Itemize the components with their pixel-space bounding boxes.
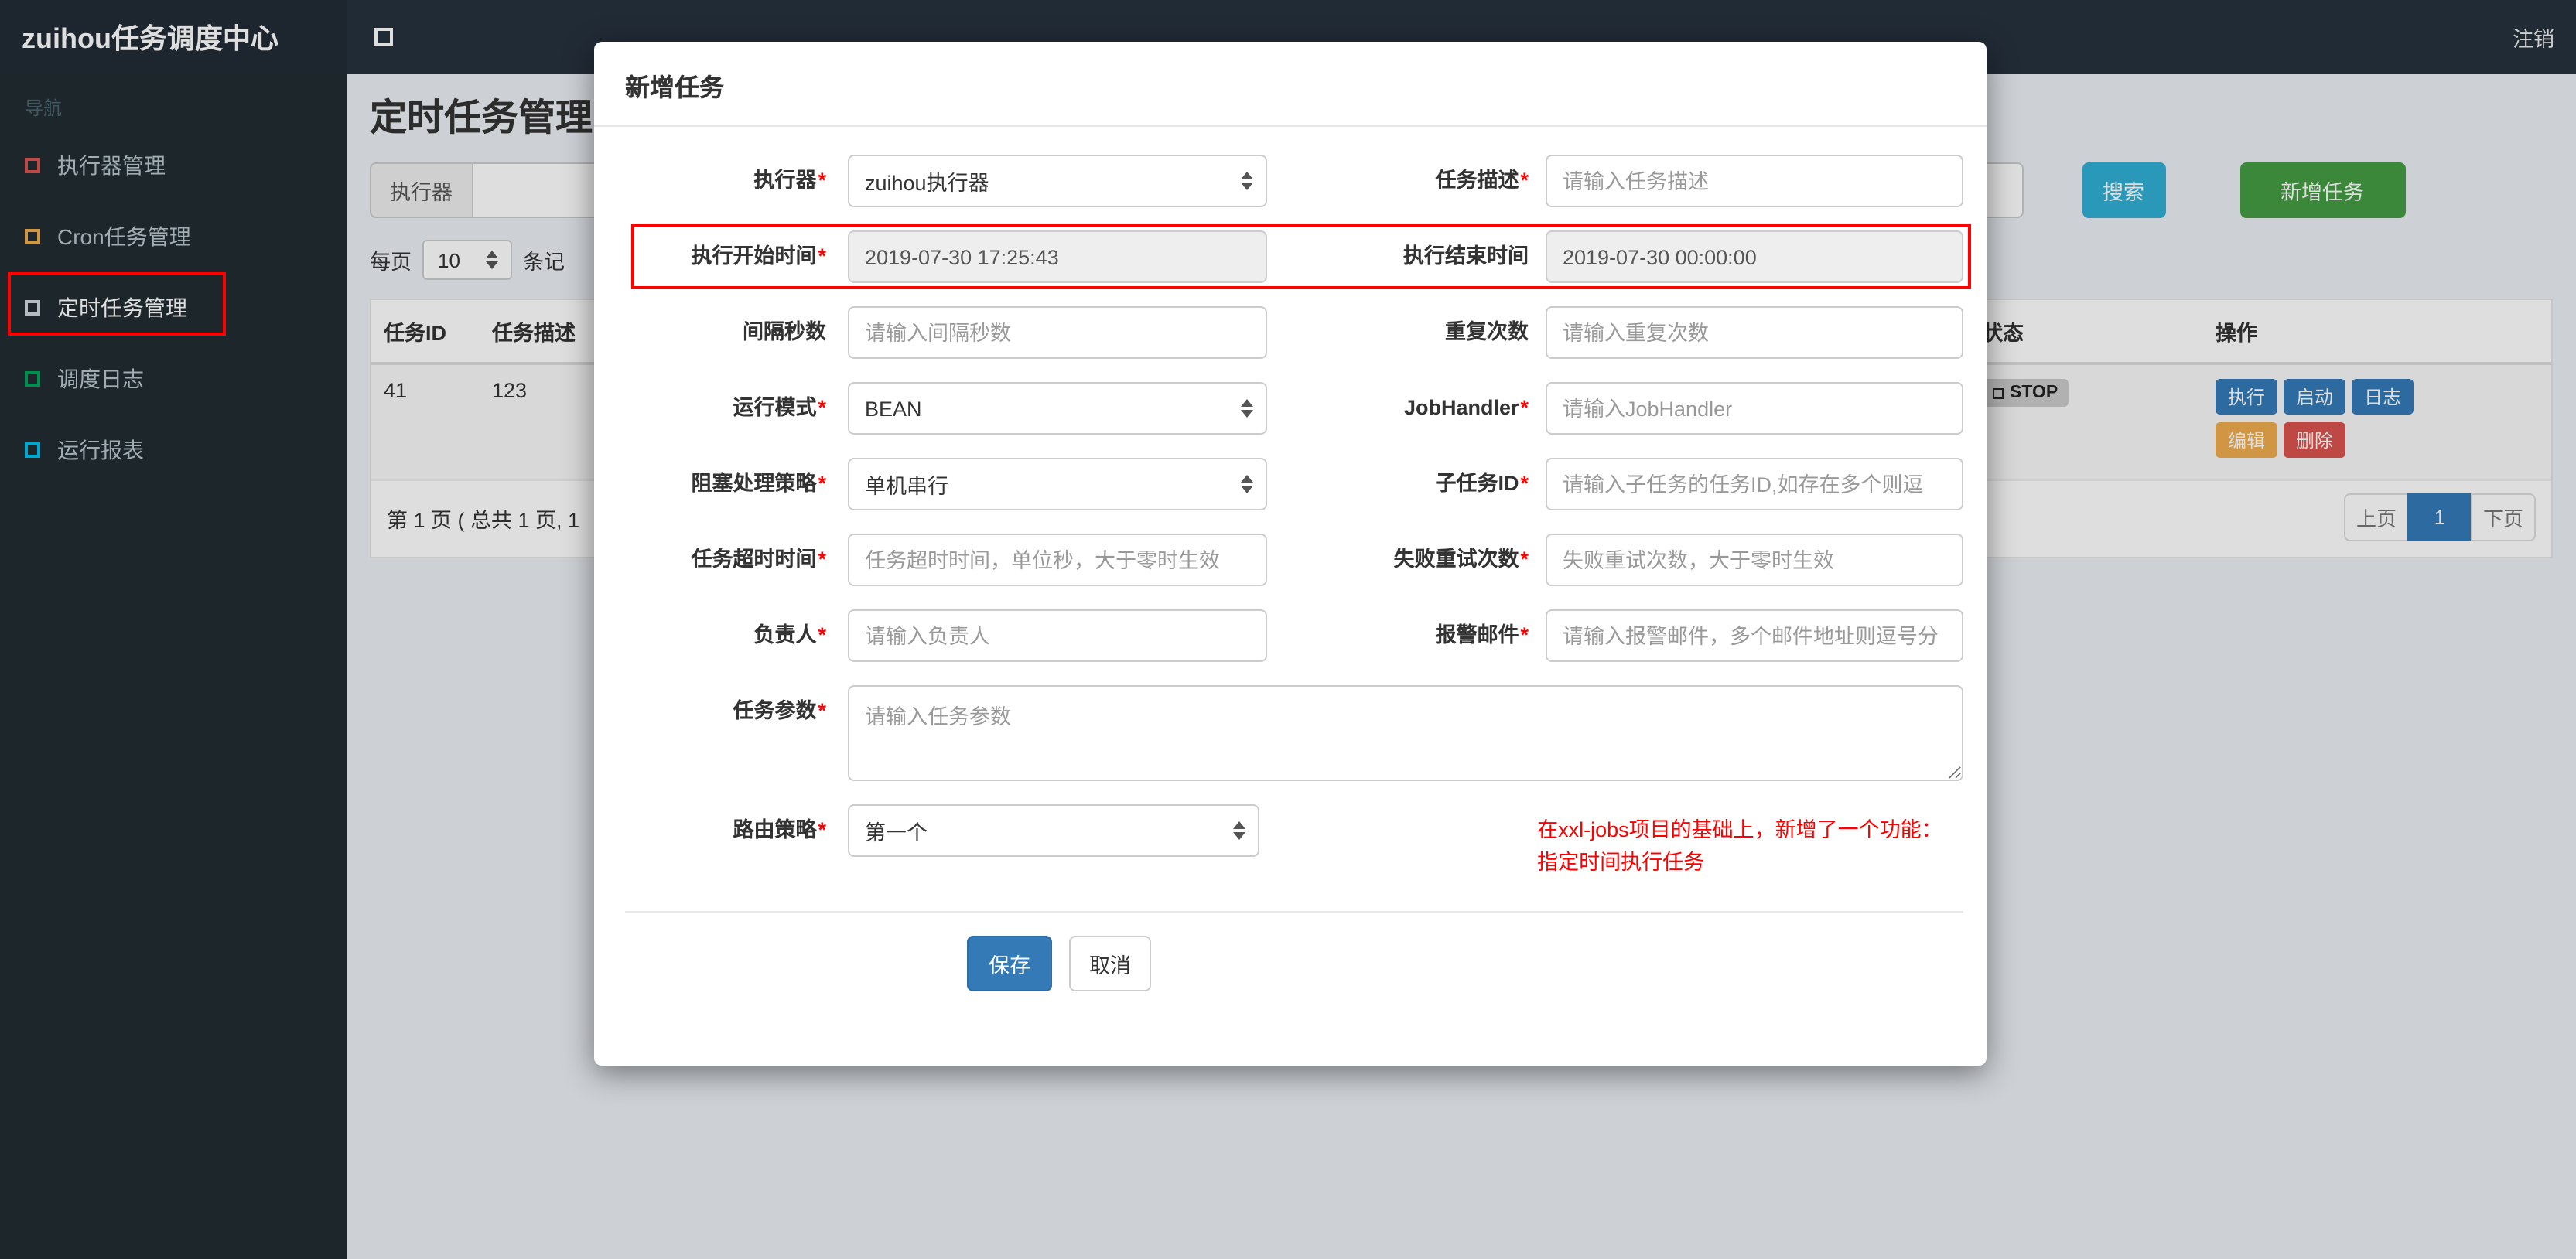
task-desc-input[interactable] — [1546, 155, 1963, 207]
add-task-modal: 新增任务 执行器* zuihou执行器 任务描述* 执行开始时间* 执行结束时间 — [594, 42, 1987, 1066]
select-arrows-icon — [1241, 399, 1253, 418]
task-desc-label: 任务描述 * — [1435, 169, 1529, 192]
form-divider — [625, 910, 1963, 913]
run-mode-select-value: BEAN — [865, 397, 922, 420]
end-time-label: 执行结束时间 — [1403, 244, 1529, 268]
retry-count-input[interactable] — [1546, 534, 1963, 586]
executor-select-value: zuihou执行器 — [865, 172, 989, 195]
form-row: 任务超时时间* 失败重试次数* — [625, 534, 1963, 586]
alarm-email-input[interactable] — [1546, 609, 1963, 662]
save-button[interactable]: 保存 — [967, 935, 1052, 991]
timeout-label: 任务超时时间 * — [691, 548, 826, 571]
retry-count-label: 失败重试次数 * — [1393, 548, 1529, 571]
select-arrows-icon — [1241, 475, 1253, 493]
start-time-label: 执行开始时间 * — [691, 244, 826, 268]
owner-label: 负责人 * — [753, 623, 826, 647]
route-strategy-select[interactable]: 第一个 — [848, 804, 1259, 857]
form-row: 负责人* 报警邮件* — [625, 609, 1963, 662]
route-strategy-label: 路由策略 * — [733, 818, 826, 841]
start-time-input[interactable] — [848, 230, 1267, 283]
executor-select[interactable]: zuihou执行器 — [848, 155, 1267, 207]
form-row: 执行器 * zuihou执行器 任务描述 * — [625, 155, 1963, 207]
timeout-input[interactable] — [848, 534, 1267, 586]
app-root: zuihou任务调度中心 注销 导航 执行器管理 Cron任务管理 定时任务管理 — [0, 0, 2576, 1259]
jobhandler-label: JobHandler * — [1403, 396, 1529, 419]
jobhandler-input[interactable] — [1546, 382, 1963, 435]
select-arrows-icon — [1241, 172, 1253, 190]
child-task-id-label: 子任务ID * — [1435, 472, 1529, 495]
form-row: 任务参数 * — [625, 685, 1963, 781]
interval-label: 间隔秒数 — [743, 320, 826, 343]
repeat-count-label: 重复次数 — [1445, 320, 1529, 343]
feature-note-line1: 在xxl-jobs项目的基础上，新增了一个功能： — [1537, 818, 1942, 841]
task-params-label: 任务参数 * — [733, 699, 826, 722]
form-row: 运行模式 * BEAN JobHandler * — [625, 382, 1963, 435]
child-task-id-input[interactable] — [1546, 458, 1963, 510]
route-strategy-select-value: 第一个 — [865, 821, 928, 844]
end-time-input[interactable] — [1546, 230, 1963, 283]
executor-label: 执行器 * — [753, 169, 826, 192]
modal-footer: 保存 取消 — [967, 935, 1963, 991]
owner-input[interactable] — [848, 609, 1267, 662]
cancel-button[interactable]: 取消 — [1069, 935, 1151, 991]
repeat-count-input[interactable] — [1546, 306, 1963, 359]
run-mode-select[interactable]: BEAN — [848, 382, 1267, 435]
modal-header: 新增任务 — [594, 42, 1987, 127]
modal-title: 新增任务 — [625, 76, 725, 102]
feature-note-line2: 指定时间执行任务 — [1537, 850, 1705, 874]
interval-seconds-input[interactable] — [848, 306, 1267, 359]
task-params-textarea[interactable] — [848, 685, 1963, 781]
feature-note: 在xxl-jobs项目的基础上，新增了一个功能： 指定时间执行任务 — [1537, 804, 1963, 880]
block-strategy-select-value: 单机串行 — [865, 475, 948, 498]
run-mode-label: 运行模式 * — [733, 396, 826, 419]
form-row: 阻塞处理策略 * 单机串行 子任务ID * — [625, 458, 1963, 510]
block-strategy-select[interactable]: 单机串行 — [848, 458, 1267, 510]
form-row-datetime: 执行开始时间* 执行结束时间 — [625, 224, 1971, 289]
select-arrows-icon — [1232, 821, 1245, 840]
alarm-email-label: 报警邮件 * — [1435, 623, 1529, 647]
block-strategy-label: 阻塞处理策略 * — [691, 472, 826, 495]
form-row: 间隔秒数 重复次数 — [625, 306, 1963, 359]
modal-body: 执行器* zuihou执行器 任务描述* 执行开始时间* 执行结束时间 间隔秒数 — [594, 127, 1987, 1066]
form-row: 路由策略 * 第一个 在xxl-jobs项目的基础上，新增了一个功能： 指定时间执… — [625, 804, 1963, 880]
